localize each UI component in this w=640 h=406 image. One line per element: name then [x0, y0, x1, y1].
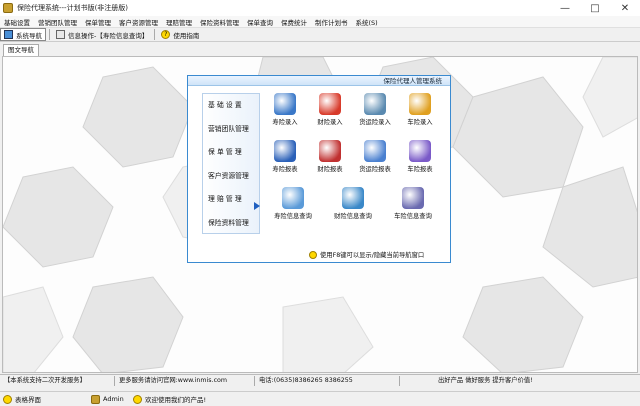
- auto-entry-button[interactable]: 车险录入: [398, 93, 442, 126]
- auto-report-icon: [409, 140, 431, 162]
- menu-plan[interactable]: 制作计划书: [311, 17, 352, 27]
- status-welcome-label: 欢迎使用我们的产品!: [145, 396, 207, 404]
- property-report-icon: [319, 140, 341, 162]
- toolbar: 系统导航 信息操作-【寿险信息查询】 ? 使用指南: [0, 28, 640, 42]
- active-arrow-icon: [254, 202, 260, 210]
- table-icon: [3, 394, 12, 404]
- smile-icon: [133, 394, 142, 404]
- minimize-button[interactable]: —: [550, 0, 580, 16]
- life-report-label: 寿险报表: [272, 166, 298, 173]
- separator: [154, 29, 156, 40]
- tab-graphic-nav[interactable]: 图文导航: [3, 44, 39, 56]
- status-interface: 表格界面: [0, 393, 88, 406]
- property-query-label: 财险信息查询: [334, 213, 372, 220]
- property-entry-icon: [319, 93, 341, 115]
- auto-entry-label: 车险录入: [407, 119, 433, 126]
- menu-basic-settings[interactable]: 基础设置: [0, 17, 34, 27]
- menu-policy[interactable]: 保单管理: [81, 17, 115, 27]
- property-report-label: 财险报表: [317, 166, 343, 173]
- panel-nav-policy[interactable]: 保 单 管 理: [203, 141, 259, 165]
- title-bar: 保险代理系统---计划书版(非注册版) — □ ✕: [0, 0, 640, 16]
- help-label: 使用指南: [173, 31, 200, 40]
- panel-footer-text: 使用F8键可以显示/隐藏当前导航窗口: [320, 252, 425, 259]
- cargo-report-icon: [364, 140, 386, 162]
- menu-sales-team[interactable]: 营销团队管理: [34, 17, 81, 27]
- panel-nav-basic[interactable]: 基 础 设 置: [203, 94, 259, 118]
- menu-materials[interactable]: 保险资料管理: [196, 17, 243, 27]
- menu-policy-query[interactable]: 保单查询: [243, 17, 277, 27]
- status-dev-service: 【本系统支持二次开发服务】: [0, 375, 115, 386]
- status-user: Admin: [88, 393, 130, 406]
- cargo-entry-label: 货运险录入: [359, 119, 391, 126]
- tip-icon: [309, 250, 317, 259]
- bottom-status-bar: 表格界面 Admin 欢迎使用我们的产品!: [0, 391, 640, 406]
- menu-customer[interactable]: 客户资源管理: [115, 17, 162, 27]
- auto-query-label: 车险信息查询: [394, 213, 432, 220]
- life-entry-icon: [274, 93, 296, 115]
- user-icon: [91, 394, 100, 404]
- auto-report-button[interactable]: 车险报表: [398, 140, 442, 173]
- maximize-button[interactable]: □: [580, 0, 610, 16]
- cargo-entry-button[interactable]: 货运险录入: [353, 93, 397, 126]
- auto-query-button[interactable]: 车险信息查询: [383, 187, 443, 220]
- window-icon: [56, 30, 65, 39]
- panel-footer: 使用F8键可以显示/隐藏当前导航窗口: [309, 250, 449, 259]
- separator: [49, 29, 50, 40]
- life-query-label: 寿险信息查询: [274, 213, 312, 220]
- panel-nav-claims[interactable]: 理 赔 管 理: [203, 188, 259, 212]
- cargo-report-label: 货运险报表: [359, 166, 391, 173]
- panel-nav-materials[interactable]: 保险资料管理: [203, 212, 259, 236]
- status-website: 更多服务请访问官网:www.inmis.com: [115, 375, 255, 386]
- panel-title: 保险代理人管理系统: [188, 76, 450, 86]
- cargo-report-button[interactable]: 货运险报表: [353, 140, 397, 173]
- tab-info-ops-label: 信息操作-【寿险信息查询】: [68, 31, 149, 40]
- auto-entry-icon: [409, 93, 431, 115]
- status-slogan: 出好产品 做好服务 提升客户价值!: [438, 376, 533, 384]
- help-icon: ?: [161, 30, 171, 39]
- panel-nav-customer[interactable]: 客户资源管理: [203, 165, 259, 189]
- cargo-entry-icon: [364, 93, 386, 115]
- nav-panel: 保险代理人管理系统 基 础 设 置 营销团队管理 保 单 管 理 客户资源管理 …: [187, 75, 451, 263]
- tab-info-ops[interactable]: 信息操作-【寿险信息查询】: [53, 28, 151, 41]
- window-title: 保险代理系统---计划书版(非注册版): [17, 4, 129, 12]
- function-grid: 寿险录入 财险录入 货运险录入 车险录入 寿险报表 财险报表 货运险报表 车险报…: [263, 93, 441, 233]
- life-query-icon: [282, 187, 304, 209]
- menu-system[interactable]: 系统(S): [352, 17, 382, 27]
- life-query-button[interactable]: 寿险信息查询: [263, 187, 323, 220]
- status-phone: 电话:(0635)8386265 8386255: [255, 375, 400, 386]
- close-button[interactable]: ✕: [610, 0, 640, 16]
- info-status-bar: 【本系统支持二次开发服务】 更多服务请访问官网:www.inmis.com 电话…: [0, 374, 640, 386]
- auto-report-label: 车险报表: [407, 166, 433, 173]
- life-report-icon: [274, 140, 296, 162]
- status-user-label: Admin: [103, 395, 124, 403]
- panel-nav-list: 基 础 设 置 营销团队管理 保 单 管 理 客户资源管理 理 赔 管 理 保险…: [202, 93, 260, 234]
- life-entry-label: 寿险录入: [272, 119, 298, 126]
- help-button[interactable]: ? 使用指南: [158, 28, 202, 41]
- monitor-icon: [4, 30, 13, 39]
- status-interface-label: 表格界面: [15, 396, 41, 404]
- app-window: 保险代理系统---计划书版(非注册版) — □ ✕ 基础设置 营销团队管理 保单…: [0, 0, 640, 406]
- menu-claims[interactable]: 理赔管理: [162, 17, 196, 27]
- panel-nav-sales[interactable]: 营销团队管理: [203, 118, 259, 142]
- menu-premium-stats[interactable]: 保费统计: [277, 17, 311, 27]
- property-entry-label: 财险录入: [317, 119, 343, 126]
- property-report-button[interactable]: 财险报表: [308, 140, 352, 173]
- app-icon: [3, 3, 13, 13]
- property-query-icon: [342, 187, 364, 209]
- life-entry-button[interactable]: 寿险录入: [263, 93, 307, 126]
- property-query-button[interactable]: 财险信息查询: [323, 187, 383, 220]
- status-welcome: 欢迎使用我们的产品!: [130, 393, 206, 406]
- tab-system-nav-label: 系统导航: [16, 31, 42, 40]
- property-entry-button[interactable]: 财险录入: [308, 93, 352, 126]
- tab-system-nav[interactable]: 系统导航: [0, 28, 46, 41]
- menu-bar: 基础设置 营销团队管理 保单管理 客户资源管理 理赔管理 保险资料管理 保单查询…: [0, 16, 640, 28]
- life-report-button[interactable]: 寿险报表: [263, 140, 307, 173]
- auto-query-icon: [402, 187, 424, 209]
